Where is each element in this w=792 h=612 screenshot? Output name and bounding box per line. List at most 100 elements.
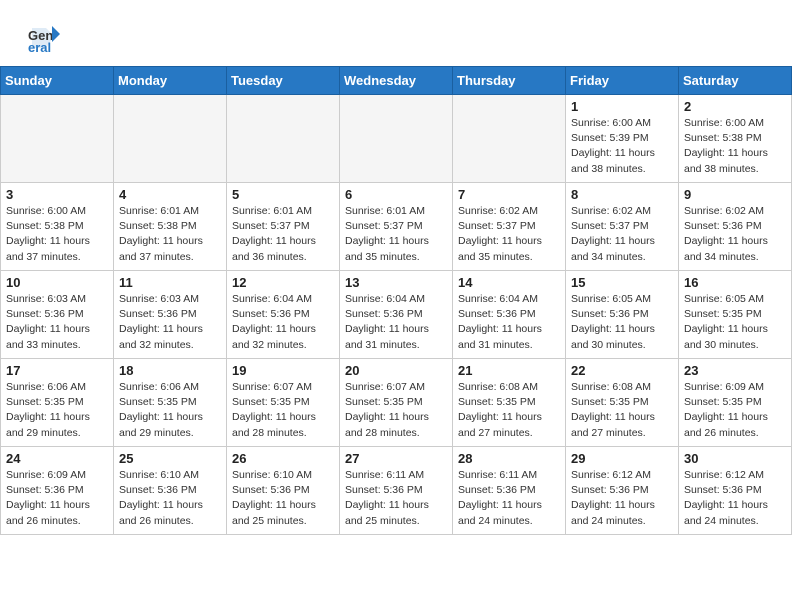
day-info: Sunrise: 6:12 AMSunset: 5:36 PMDaylight:… <box>571 468 673 529</box>
calendar-cell <box>1 95 114 183</box>
day-info: Sunrise: 6:01 AMSunset: 5:37 PMDaylight:… <box>345 204 447 265</box>
calendar-cell <box>227 95 340 183</box>
calendar-cell: 23Sunrise: 6:09 AMSunset: 5:35 PMDayligh… <box>679 359 792 447</box>
calendar-cell: 3Sunrise: 6:00 AMSunset: 5:38 PMDaylight… <box>1 183 114 271</box>
calendar-day-header: Wednesday <box>340 67 453 95</box>
calendar-cell <box>114 95 227 183</box>
day-number: 30 <box>684 451 786 466</box>
calendar-cell <box>453 95 566 183</box>
day-info: Sunrise: 6:10 AMSunset: 5:36 PMDaylight:… <box>119 468 221 529</box>
calendar-header-row: SundayMondayTuesdayWednesdayThursdayFrid… <box>1 67 792 95</box>
calendar-cell: 28 Sunrise: 6:11 AMSunset: 5:36 PMDayligh… <box>453 447 566 535</box>
calendar-cell: 18 Sunrise: 6:06 AMSunset: 5:35 PMDayligh… <box>114 359 227 447</box>
day-number: 28 <box>458 451 560 466</box>
svg-text:eral: eral <box>28 40 51 55</box>
header: Gen eral <box>0 0 792 66</box>
day-number: 10 <box>6 275 108 290</box>
calendar-cell: 4 Sunrise: 6:01 AMSunset: 5:38 PMDaylight… <box>114 183 227 271</box>
calendar-table: SundayMondayTuesdayWednesdayThursdayFrid… <box>0 66 792 535</box>
calendar-cell: 24 Sunrise: 6:09 AMSunset: 5:36 PMDayligh… <box>1 447 114 535</box>
calendar-cell: 22 Sunrise: 6:08 AMSunset: 5:35 PMDayligh… <box>566 359 679 447</box>
day-number: 14 <box>458 275 560 290</box>
calendar-cell: 27 Sunrise: 6:11 AMSunset: 5:36 PMDayligh… <box>340 447 453 535</box>
day-info: Sunrise: 6:09 AMSunset: 5:36 PMDaylight:… <box>6 468 108 529</box>
day-number: 16 <box>684 275 786 290</box>
calendar-cell: 14Sunrise: 6:04 AMSunset: 5:36 PMDayligh… <box>453 271 566 359</box>
calendar-cell: 8 Sunrise: 6:02 AMSunset: 5:37 PMDaylight… <box>566 183 679 271</box>
calendar-cell: 5 Sunrise: 6:01 AMSunset: 5:37 PMDaylight… <box>227 183 340 271</box>
day-info: Sunrise: 6:12 AMSunset: 5:36 PMDaylight:… <box>684 468 786 529</box>
day-number: 19 <box>232 363 334 378</box>
day-number: 26 <box>232 451 334 466</box>
day-info: Sunrise: 6:07 AMSunset: 5:35 PMDaylight:… <box>345 380 447 441</box>
calendar-cell: 10Sunrise: 6:03 AMSunset: 5:36 PMDayligh… <box>1 271 114 359</box>
day-number: 18 <box>119 363 221 378</box>
calendar-week-row: 10 Sunrise: 6:03 AMSunset: 5:36 PMDayligh… <box>1 271 792 359</box>
day-number: 25 <box>119 451 221 466</box>
day-number: 24 <box>6 451 108 466</box>
calendar-cell: 20Sunrise: 6:07 AMSunset: 5:35 PMDayligh… <box>340 359 453 447</box>
day-number: 27 <box>345 451 447 466</box>
calendar-cell: 7 Sunrise: 6:02 AMSunset: 5:37 PMDaylight… <box>453 183 566 271</box>
calendar-cell: 19 Sunrise: 6:07 AMSunset: 5:35 PMDayligh… <box>227 359 340 447</box>
day-info: Sunrise: 6:02 AMSunset: 5:37 PMDaylight:… <box>571 204 673 265</box>
calendar-week-row: 24 Sunrise: 6:09 AMSunset: 5:36 PMDayligh… <box>1 447 792 535</box>
day-info: Sunrise: 6:00 AMSunset: 5:38 PMDaylight:… <box>684 116 786 177</box>
day-info: Sunrise: 6:08 AMSunset: 5:35 PMDaylight:… <box>571 380 673 441</box>
calendar-cell: 15Sunrise: 6:05 AMSunset: 5:36 PMDayligh… <box>566 271 679 359</box>
calendar-cell: 25 Sunrise: 6:10 AMSunset: 5:36 PMDayligh… <box>114 447 227 535</box>
calendar-cell: 11 Sunrise: 6:03 AMSunset: 5:36 PMDayligh… <box>114 271 227 359</box>
day-info: Sunrise: 6:11 AMSunset: 5:36 PMDaylight:… <box>345 468 447 529</box>
day-info: Sunrise: 6:07 AMSunset: 5:35 PMDaylight:… <box>232 380 334 441</box>
day-number: 8 <box>571 187 673 202</box>
calendar-day-header: Friday <box>566 67 679 95</box>
calendar-cell: 29 Sunrise: 6:12 AMSunset: 5:36 PMDayligh… <box>566 447 679 535</box>
day-number: 7 <box>458 187 560 202</box>
day-number: 21 <box>458 363 560 378</box>
day-info: Sunrise: 6:03 AMSunset: 5:36 PMDaylight:… <box>119 292 221 353</box>
calendar-cell: 30 Sunrise: 6:12 AMSunset: 5:36 PMDayligh… <box>679 447 792 535</box>
day-info: Sunrise: 6:02 AMSunset: 5:37 PMDaylight:… <box>458 204 560 265</box>
day-info: Sunrise: 6:06 AMSunset: 5:35 PMDaylight:… <box>119 380 221 441</box>
day-number: 22 <box>571 363 673 378</box>
day-info: Sunrise: 6:06 AMSunset: 5:35 PMDaylight:… <box>6 380 108 441</box>
day-info: Sunrise: 6:11 AMSunset: 5:36 PMDaylight:… <box>458 468 560 529</box>
day-info: Sunrise: 6:08 AMSunset: 5:35 PMDaylight:… <box>458 380 560 441</box>
day-number: 23 <box>684 363 786 378</box>
calendar-cell: 1Sunrise: 6:00 AMSunset: 5:39 PMDaylight… <box>566 95 679 183</box>
day-info: Sunrise: 6:10 AMSunset: 5:36 PMDaylight:… <box>232 468 334 529</box>
calendar-cell: 17 Sunrise: 6:06 AMSunset: 5:35 PMDayligh… <box>1 359 114 447</box>
calendar-cell <box>340 95 453 183</box>
calendar-day-header: Saturday <box>679 67 792 95</box>
day-info: Sunrise: 6:01 AMSunset: 5:37 PMDaylight:… <box>232 204 334 265</box>
day-number: 11 <box>119 275 221 290</box>
day-number: 5 <box>232 187 334 202</box>
calendar-day-header: Tuesday <box>227 67 340 95</box>
day-info: Sunrise: 6:00 AMSunset: 5:39 PMDaylight:… <box>571 116 673 177</box>
day-info: Sunrise: 6:02 AMSunset: 5:36 PMDaylight:… <box>684 204 786 265</box>
day-number: 29 <box>571 451 673 466</box>
calendar-cell: 9 Sunrise: 6:02 AMSunset: 5:36 PMDaylight… <box>679 183 792 271</box>
day-info: Sunrise: 6:04 AMSunset: 5:36 PMDaylight:… <box>345 292 447 353</box>
day-number: 3 <box>6 187 108 202</box>
day-info: Sunrise: 6:05 AMSunset: 5:35 PMDaylight:… <box>684 292 786 353</box>
day-number: 4 <box>119 187 221 202</box>
calendar-cell: 13Sunrise: 6:04 AMSunset: 5:36 PMDayligh… <box>340 271 453 359</box>
calendar-week-row: 1Sunrise: 6:00 AMSunset: 5:39 PMDaylight… <box>1 95 792 183</box>
calendar-day-header: Sunday <box>1 67 114 95</box>
page: Gen eral SundayMondayTuesdayWednesdayThu… <box>0 0 792 612</box>
calendar-cell: 6 Sunrise: 6:01 AMSunset: 5:37 PMDaylight… <box>340 183 453 271</box>
logo-icon: Gen eral <box>24 18 62 56</box>
calendar-week-row: 3Sunrise: 6:00 AMSunset: 5:38 PMDaylight… <box>1 183 792 271</box>
day-number: 15 <box>571 275 673 290</box>
day-number: 12 <box>232 275 334 290</box>
day-number: 6 <box>345 187 447 202</box>
calendar-cell: 21 Sunrise: 6:08 AMSunset: 5:35 PMDayligh… <box>453 359 566 447</box>
day-info: Sunrise: 6:04 AMSunset: 5:36 PMDaylight:… <box>232 292 334 353</box>
day-number: 9 <box>684 187 786 202</box>
calendar-cell: 16 Sunrise: 6:05 AMSunset: 5:35 PMDayligh… <box>679 271 792 359</box>
day-info: Sunrise: 6:01 AMSunset: 5:38 PMDaylight:… <box>119 204 221 265</box>
logo: Gen eral <box>24 18 66 56</box>
calendar-day-header: Monday <box>114 67 227 95</box>
day-number: 17 <box>6 363 108 378</box>
